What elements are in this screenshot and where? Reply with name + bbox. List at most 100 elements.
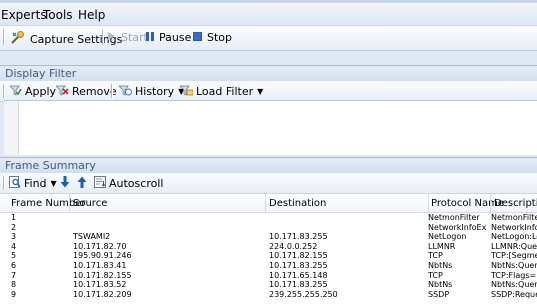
stop-label: Stop (207, 31, 233, 44)
title-bar-edge (0, 0, 537, 3)
frame-summary-title: Frame Summary (5, 159, 96, 172)
cell-destination: 10.171.83.255 (269, 262, 328, 270)
cell-destination: 10.171.65.148 (269, 271, 328, 280)
cell-description: NetLogon:Lo (491, 233, 537, 242)
cell-source: 10.171.82.70 (73, 242, 127, 251)
menu-bar: Experts Tools Help (0, 0, 537, 26)
cell-protocol-name: NetworkInfoEx (428, 223, 487, 232)
cell-protocol-name: TCP (428, 271, 443, 280)
history-icon (118, 84, 132, 99)
cell-destination: 224.0.0.252 (269, 242, 318, 251)
cell-source: 10.171.83.52 (73, 281, 127, 290)
cell-frame-number: 1 (11, 214, 17, 222)
cell-description: SSDP:Reque (491, 290, 537, 299)
cell-destination: 10.171.83.255 (269, 281, 328, 290)
column-header-destination[interactable]: Destination (269, 198, 326, 209)
cell-source: 10.171.82.155 (73, 271, 132, 280)
find-chevron-down-icon: ▼ (50, 179, 57, 188)
column-header-source[interactable]: Source (73, 198, 107, 209)
column-divider[interactable] (265, 194, 266, 212)
column-header-description[interactable]: Description (494, 198, 537, 209)
frame-row[interactable]: 9 10.171.82.209 239.255.255.250 SSDP SSDP:Re… (0, 291, 537, 299)
filter-toolbar-grip (3, 84, 5, 98)
cell-source: 195.90.91.246 (73, 252, 132, 261)
frame-row[interactable]: 2 NetworkInfoEx NetworkInfoEx (0, 224, 537, 232)
autoscroll-icon (94, 176, 106, 191)
frame-summary-grid: Frame Number Source Destination Protocol… (0, 194, 537, 304)
grid-column-headers: Frame Number Source Destination Protocol… (0, 194, 537, 213)
cell-frame-number: 9 (11, 290, 17, 299)
cell-description: LLMNR:Quer (491, 242, 537, 251)
find-next-button[interactable] (60, 176, 75, 191)
summary-toolbar-grip (3, 176, 5, 190)
menu-tools[interactable]: Tools (43, 8, 73, 22)
find-dropdown[interactable]: Find ▼ (9, 176, 57, 191)
load-filter-chevron-down-icon: ▼ (257, 87, 264, 96)
cell-description: TCP:[Segmen (491, 252, 537, 261)
menu-help[interactable]: Help (78, 8, 105, 22)
frame-row[interactable]: 5 195.90.91.246 10.171.82.155 TCP TCP:[Segme… (0, 252, 537, 260)
find-icon (9, 176, 21, 191)
autoscroll-label: Autoscroll (109, 177, 164, 190)
pause-button[interactable]: Pause (146, 31, 191, 44)
cell-source: 10.171.83.41 (73, 262, 127, 270)
remove-filter-icon (55, 84, 69, 99)
cell-protocol-name: NbtNs (428, 262, 453, 270)
remove-filter-button[interactable]: Remove (55, 84, 117, 99)
display-filter-header: Display Filter (0, 65, 537, 82)
arrow-up-icon (77, 176, 87, 191)
load-filter-dropdown[interactable]: Load Filter ▼ (179, 84, 264, 99)
toolbar-separator (102, 30, 104, 45)
history-dropdown[interactable]: History ▼ (118, 84, 184, 99)
frame-row[interactable]: 1 NetmonFilter NetmonFilter (0, 214, 537, 222)
column-divider[interactable] (69, 194, 70, 212)
find-label: Find (24, 177, 47, 190)
cell-protocol-name: NetLogon (428, 233, 467, 242)
column-divider[interactable] (490, 194, 491, 212)
apply-filter-button[interactable]: Apply (9, 84, 57, 99)
frame-row[interactable]: 4 10.171.82.70 224.0.0.252 LLMNR LLMNR:Quer (0, 243, 537, 251)
toolbar-grip (3, 29, 5, 45)
load-filter-icon (179, 84, 194, 99)
cell-description: NbtNs:Query (491, 281, 537, 290)
start-button[interactable]: Start (107, 31, 148, 44)
history-label: History (135, 85, 175, 98)
column-divider[interactable] (428, 194, 429, 212)
capture-settings-icon (11, 31, 25, 47)
display-filter-toolbar: Apply Remove History ▼ Load Filter ▼ (0, 81, 537, 102)
start-label: Start (121, 31, 148, 44)
cell-description: TCP:Flags=.. (491, 271, 537, 280)
apply-label: Apply (25, 85, 57, 98)
menu-experts[interactable]: Experts (1, 8, 47, 22)
cell-protocol-name: NetmonFilter (428, 214, 480, 222)
cell-protocol-name: LLMNR (428, 242, 456, 251)
find-previous-button[interactable] (77, 176, 92, 191)
cell-description: NetmonFilter (491, 214, 537, 222)
cell-frame-number: 2 (11, 223, 17, 232)
filter-text-editor[interactable] (4, 100, 537, 155)
capture-settings-button[interactable]: Capture Settings (11, 31, 122, 47)
cell-frame-number: 3 (11, 233, 17, 242)
frame-row[interactable]: 8 10.171.83.52 10.171.83.255 NbtNs NbtNs:Que… (0, 281, 537, 289)
main-toolbar: Capture Settings Start Pause Stop (0, 26, 537, 51)
cell-destination: 239.255.255.250 (269, 290, 338, 299)
frame-row[interactable]: 6 10.171.83.41 10.171.83.255 NbtNs NbtNs:Que… (0, 262, 537, 270)
apply-filter-icon (9, 84, 22, 99)
frame-summary-header: Frame Summary (0, 157, 537, 174)
cell-protocol-name: TCP (428, 252, 443, 261)
pause-label: Pause (159, 31, 192, 44)
frame-row[interactable]: 3 TSWAMI2 10.171.83.255 NetLogon NetLogon:Lo (0, 233, 537, 241)
cell-frame-number: 6 (11, 262, 17, 270)
stop-button[interactable]: Stop (192, 31, 233, 44)
cell-destination: 10.171.83.255 (269, 233, 328, 242)
cell-source: 10.171.82.209 (73, 290, 132, 299)
arrow-down-icon (60, 176, 70, 191)
autoscroll-toggle[interactable]: Autoscroll (94, 176, 163, 191)
cell-destination: 10.171.82.155 (269, 252, 328, 261)
cell-frame-number: 8 (11, 281, 17, 290)
cell-protocol-name: SSDP (428, 290, 450, 299)
frame-row[interactable]: 7 10.171.82.155 10.171.65.148 TCP TCP:Flags=… (0, 272, 537, 280)
stop-icon (192, 31, 203, 44)
display-filter-title: Display Filter (5, 67, 77, 80)
cell-description: NetworkInfoEx (491, 223, 537, 232)
